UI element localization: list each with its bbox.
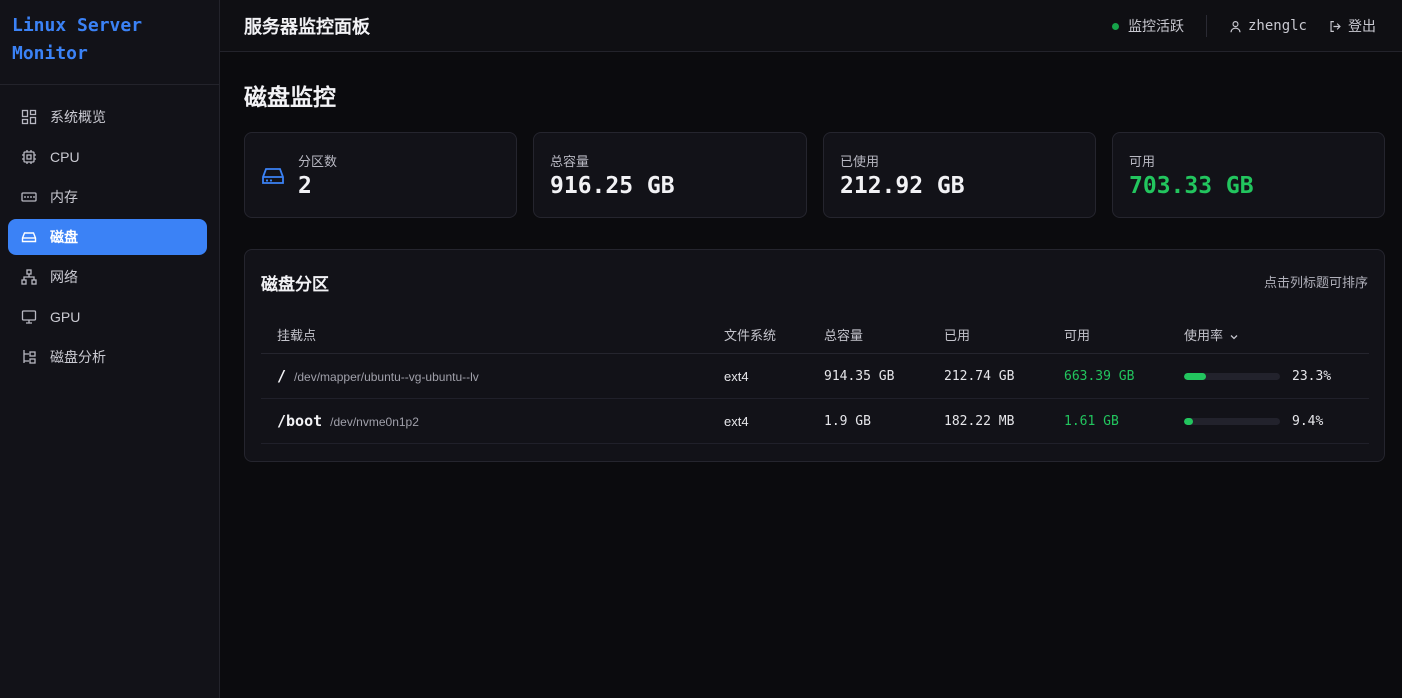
sidebar-item-label: 磁盘分析 [50,349,106,365]
total-cell: 1.9 GB [824,414,871,429]
mount-cell: / /dev/mapper/ubuntu--vg-ubuntu--lv [277,367,479,385]
column-header-free[interactable]: 可用 [1064,325,1090,344]
stat-value: 212.92 GB [840,173,965,199]
mount-point: /boot [277,412,323,430]
username: zhenglc [1247,18,1307,34]
status-dot-icon [1111,22,1119,30]
column-header-filesystem[interactable]: 文件系统 [724,325,776,344]
free-cell: 1.61 GB [1064,414,1119,429]
memory-icon [20,188,38,206]
sidebar-item-disk-analysis[interactable]: 磁盘分析 [8,339,207,375]
sidebar-item-gpu[interactable]: GPU [8,299,207,335]
stat-label: 已使用 [840,154,880,169]
sidebar-item-label: GPU [50,309,81,325]
device-path: /dev/nvme0n1p2 [330,415,419,429]
device-path: /dev/mapper/ubuntu--vg-ubuntu--lv [294,370,479,384]
usage-bar-fill [1184,373,1207,380]
dashboard-icon [20,108,38,126]
total-cell: 914.35 GB [824,369,895,384]
sidebar-item-memory[interactable]: 内存 [8,179,207,215]
column-header-used[interactable]: 已用 [944,325,970,344]
stat-label: 分区数 [298,154,338,169]
stat-card-partitions: 分区数 2 [244,132,517,218]
chevron-down-icon [1230,334,1238,339]
logout-icon [1330,20,1341,32]
column-header-usage-label: 使用率 [1184,328,1224,343]
user-icon [1230,20,1241,32]
logout-button[interactable]: 登出 [1329,16,1376,36]
sidebar-nav: 系统概览 CPU 内存 磁盘 网络 GPU 磁盘分析 [0,85,219,375]
top-header: 服务器监控面板 监控活跃 zhenglc 登出 [220,0,1402,52]
sidebar-item-label: CPU [50,149,80,165]
column-header-usage[interactable]: 使用率 [1184,325,1239,344]
stat-label: 可用 [1129,154,1156,169]
usage-percent: 23.3% [1292,369,1332,384]
stat-value: 916.25 GB [550,173,675,199]
header-actions: 监控活跃 zhenglc 登出 [1111,0,1376,52]
header-title: 服务器监控面板 [244,16,370,37]
sidebar: Linux Server Monitor 系统概览 CPU 内存 磁盘 网络 G… [0,0,220,698]
tree-icon [20,348,38,366]
free-cell: 663.39 GB [1064,369,1135,384]
column-header-total[interactable]: 总容量 [824,325,863,344]
mount-cell: /boot/dev/nvme0n1p2 [277,412,419,430]
sort-hint: 点击列标题可排序 [1263,275,1368,290]
sidebar-item-network[interactable]: 网络 [8,259,207,295]
panel-title: 磁盘分区 [261,275,329,294]
usage-bar-fill [1184,418,1194,425]
monitor-icon [20,308,38,326]
page-title: 磁盘监控 [244,84,336,110]
sidebar-item-label: 网络 [50,269,78,285]
used-cell: 182.22 MB [944,414,1015,429]
stat-value: 2 [298,173,312,199]
cpu-icon [20,148,38,166]
sidebar-item-label: 系统概览 [50,109,106,125]
used-cell: 212.74 GB [944,369,1015,384]
app-brand: Linux Server Monitor [0,0,219,85]
stat-card-used: 已使用 212.92 GB [823,132,1096,218]
table-row: //dev/mapper/ubuntu--vg-ubuntu--lv ext4 … [261,354,1369,399]
partitions-panel: 磁盘分区 点击列标题可排序 挂载点 文件系统 总容量 已用 可用 使用率 / /d… [244,249,1385,462]
stat-label: 总容量 [550,154,590,169]
sidebar-item-disk[interactable]: 磁盘 [8,219,207,255]
header-divider [1205,15,1207,37]
stat-card-total: 总容量 916.25 GB [533,132,807,218]
usage-bar [1184,418,1280,425]
filesystem-cell: ext4 [724,414,749,429]
logout-label: 登出 [1348,18,1376,34]
user-menu[interactable]: zhenglc [1229,18,1307,34]
table-row: /boot/dev/nvme0n1p2 ext4 1.9 GB 182.22 M… [261,399,1369,444]
monitor-status: 监控活跃 [1127,18,1184,34]
sidebar-item-label: 内存 [50,189,78,205]
disk-icon [20,228,38,246]
network-icon [20,268,38,286]
usage-percent: 9.4% [1292,414,1324,429]
mount-point: / [277,367,287,385]
sidebar-item-label: 磁盘 [50,229,78,245]
sidebar-item-cpu[interactable]: CPU [8,139,207,175]
column-header-mount[interactable]: 挂载点 [277,325,316,344]
table-header: 挂载点 文件系统 总容量 已用 可用 使用率 [261,312,1369,354]
filesystem-cell: ext4 [724,369,749,384]
usage-bar [1184,373,1280,380]
hard-drive-icon [262,168,284,184]
sidebar-item-overview[interactable]: 系统概览 [8,99,207,135]
stat-value: 703.33 GB [1129,173,1254,199]
stat-card-free: 可用 703.33 GB [1112,132,1385,218]
